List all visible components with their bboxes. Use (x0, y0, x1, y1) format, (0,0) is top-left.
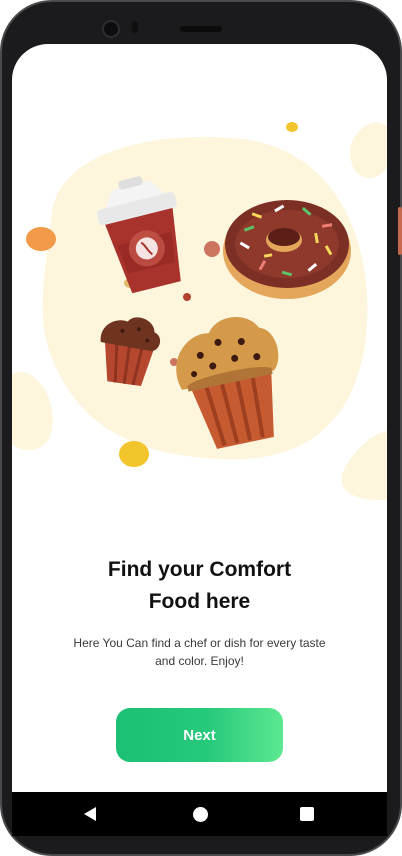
crumb-decoration (183, 293, 191, 301)
onboarding-subtitle: Here You Can find a chef or dish for eve… (73, 636, 326, 668)
orange-blob-decoration (26, 227, 56, 251)
front-camera (102, 20, 120, 38)
home-icon (192, 806, 208, 822)
onboarding-screen: Find your Comfort Food here Here You Can… (12, 44, 387, 792)
recents-button[interactable] (295, 802, 319, 826)
proximity-sensor (132, 21, 138, 33)
recents-icon (300, 807, 314, 821)
yellow-dot-decoration (286, 122, 298, 132)
donut-icon (223, 200, 351, 299)
food-illustration (12, 122, 387, 500)
power-button (398, 207, 402, 255)
next-button[interactable]: Next (116, 708, 283, 762)
yellow-blob-decoration (119, 441, 149, 467)
background-blob-right-bottom (341, 431, 387, 500)
back-button[interactable] (78, 802, 102, 826)
earpiece-speaker (180, 26, 222, 32)
home-button[interactable] (188, 802, 212, 826)
background-blob-left (12, 372, 53, 451)
background-blob-right-top (349, 122, 387, 178)
system-navigation-bar (12, 792, 387, 836)
red-drop-decoration (204, 241, 220, 257)
onboarding-title: Find your Comfort Food here (107, 558, 292, 613)
back-icon (84, 807, 96, 821)
